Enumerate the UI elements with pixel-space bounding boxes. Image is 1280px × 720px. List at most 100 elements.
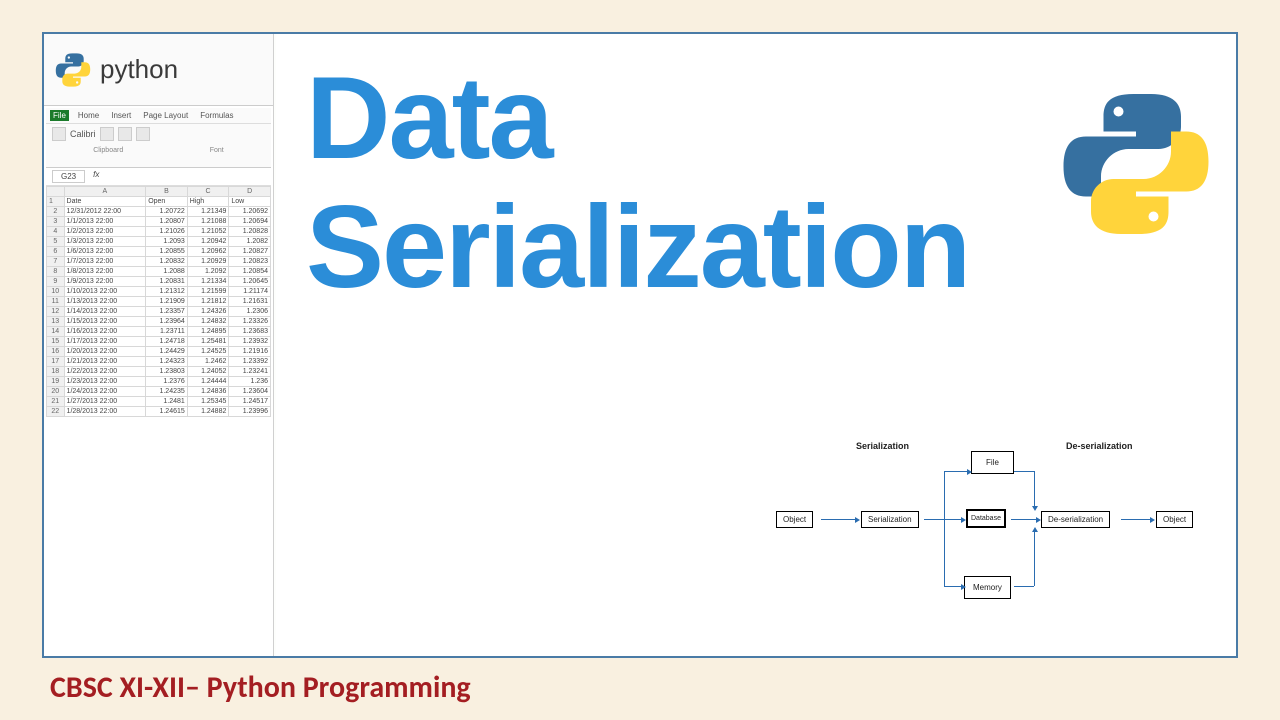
cell-high: 1.20929 <box>187 257 229 267</box>
cell-open: 1.2481 <box>146 397 188 407</box>
cell-low: 1.20827 <box>229 247 271 257</box>
cell-low: 1.20694 <box>229 217 271 227</box>
row-num: 12 <box>47 307 65 317</box>
table-row: 181/22/2013 22:001.238031.240521.23241 <box>47 367 271 377</box>
table-row: 71/7/2013 22:001.208321.209291.20823 <box>47 257 271 267</box>
cell-low: 1.21916 <box>229 347 271 357</box>
cell-high: 1.21052 <box>187 227 229 237</box>
cell-low: 1.20692 <box>229 207 271 217</box>
row-num: 21 <box>47 397 65 407</box>
excel-tabs: File Home Insert Page Layout Formulas <box>46 108 271 124</box>
hdr-high: High <box>187 197 229 207</box>
line-down-left <box>944 519 945 586</box>
row-num: 14 <box>47 327 65 337</box>
box-file: File <box>971 451 1014 474</box>
row-num: 22 <box>47 407 65 417</box>
main-title: Data Serialization <box>306 54 969 311</box>
cell-open: 1.21909 <box>146 297 188 307</box>
cell-low: 1.20645 <box>229 277 271 287</box>
line-down-right <box>1034 471 1035 507</box>
cell-low: 1.21631 <box>229 297 271 307</box>
cell-date: 1/24/2013 22:00 <box>64 387 146 397</box>
python-logo-large <box>1056 84 1216 244</box>
cell-date: 1/10/2013 22:00 <box>64 287 146 297</box>
cell-open: 1.24323 <box>146 357 188 367</box>
paste-icon <box>52 127 66 141</box>
cell-open: 1.2376 <box>146 377 188 387</box>
arrow-1 <box>821 519 856 520</box>
cell-open: 1.20831 <box>146 277 188 287</box>
cell-date: 1/21/2013 22:00 <box>64 357 146 367</box>
python-icon <box>54 51 92 89</box>
cell-open: 1.2093 <box>146 237 188 247</box>
row-num: 19 <box>47 377 65 387</box>
hdr-date: Date <box>64 197 146 207</box>
cell-date: 1/13/2013 22:00 <box>64 297 146 307</box>
table-row: 61/6/2013 22:001.208551.209621.20827 <box>47 247 271 257</box>
box-memory: Memory <box>964 576 1011 599</box>
cell-low: 1.23392 <box>229 357 271 367</box>
box-object-left: Object <box>776 511 813 528</box>
hdr-low: Low <box>229 197 271 207</box>
cell-open: 1.20722 <box>146 207 188 217</box>
cell-high: 1.24882 <box>187 407 229 417</box>
row-num: 4 <box>47 227 65 237</box>
cell-high: 1.25345 <box>187 397 229 407</box>
table-row: 221/28/2013 22:001.246151.248821.23996 <box>47 407 271 417</box>
excel-grid: A B C D 1 Date Open High Low 212/31/2012… <box>46 186 271 417</box>
line-from-memory <box>1014 586 1034 587</box>
hdr-open: Open <box>146 197 188 207</box>
title-line-2: Serialization <box>306 183 969 312</box>
cell-open: 1.23803 <box>146 367 188 377</box>
excel-tab-insert: Insert <box>108 110 134 121</box>
row-num: 18 <box>47 367 65 377</box>
cell-date: 1/22/2013 22:00 <box>64 367 146 377</box>
table-row: 191/23/2013 22:001.23761.244441.236 <box>47 377 271 387</box>
cell-open: 1.24235 <box>146 387 188 397</box>
col-c: C <box>187 187 229 197</box>
row-num: 11 <box>47 297 65 307</box>
cell-high: 1.2462 <box>187 357 229 367</box>
col-a: A <box>64 187 146 197</box>
table-row: 212/31/2012 22:001.207221.213491.20692 <box>47 207 271 217</box>
cell-date: 1/1/2013 22:00 <box>64 217 146 227</box>
cell-date: 1/2/2013 22:00 <box>64 227 146 237</box>
table-row: 111/13/2013 22:001.219091.218121.21631 <box>47 297 271 307</box>
line-up-right <box>1034 531 1035 586</box>
cell-date: 1/23/2013 22:00 <box>64 377 146 387</box>
row-num: 17 <box>47 357 65 367</box>
python-label: python <box>100 54 178 85</box>
box-object-right: Object <box>1156 511 1193 528</box>
cell-high: 1.24836 <box>187 387 229 397</box>
table-row: 41/2/2013 22:001.210261.210521.20828 <box>47 227 271 237</box>
cell-date: 1/20/2013 22:00 <box>64 347 146 357</box>
cell-high: 1.24832 <box>187 317 229 327</box>
box-deserialization: De-serialization <box>1041 511 1110 528</box>
table-row: 201/24/2013 22:001.242351.248361.23604 <box>47 387 271 397</box>
row-num: 13 <box>47 317 65 327</box>
cell-low: 1.23241 <box>229 367 271 377</box>
col-b: B <box>146 187 188 197</box>
cell-high: 1.24444 <box>187 377 229 387</box>
cell-low: 1.21174 <box>229 287 271 297</box>
cell-date: 1/27/2013 22:00 <box>64 397 146 407</box>
label-deserialization: De-serialization <box>1066 441 1133 451</box>
cell-date: 1/8/2013 22:00 <box>64 267 146 277</box>
cell-open: 1.21026 <box>146 227 188 237</box>
cell-open: 1.24615 <box>146 407 188 417</box>
cell-date: 1/17/2013 22:00 <box>64 337 146 347</box>
cell-low: 1.20828 <box>229 227 271 237</box>
row-num: 5 <box>47 237 65 247</box>
excel-toolbar: Calibri <box>46 124 271 144</box>
cell-low: 1.2082 <box>229 237 271 247</box>
main-area: Data Serialization Serialization De-seri… <box>276 34 1236 656</box>
cell-open: 1.24429 <box>146 347 188 357</box>
line-to-memory <box>944 586 962 587</box>
cell-high: 1.20942 <box>187 237 229 247</box>
row-num: 9 <box>47 277 65 287</box>
line-up-left <box>944 471 945 519</box>
cell-high: 1.21088 <box>187 217 229 227</box>
label-serialization: Serialization <box>856 441 909 451</box>
italic-icon <box>118 127 132 141</box>
serialization-diagram: Serialization De-serialization Object Se… <box>766 416 1216 626</box>
